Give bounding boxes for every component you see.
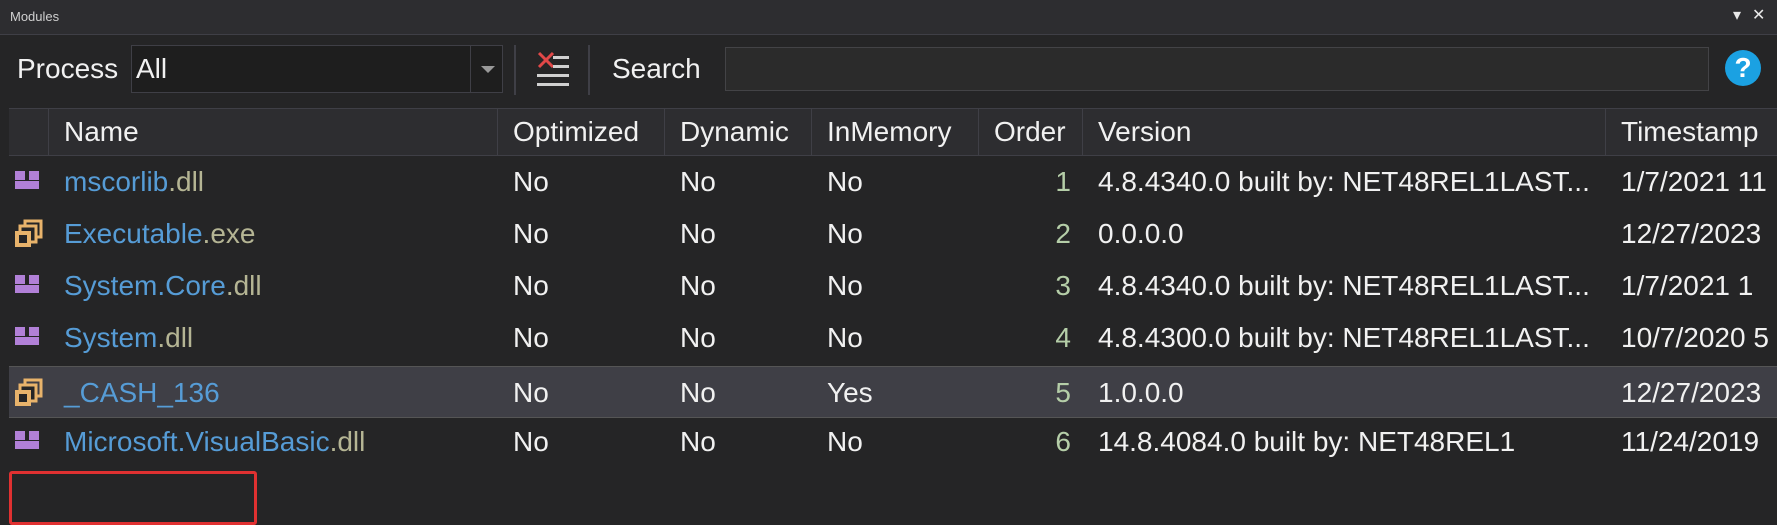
module-extension: .dll (168, 166, 205, 197)
module-name: Microsoft.VisualBasic (64, 426, 330, 457)
column-header-order[interactable]: Order (979, 109, 1083, 156)
chevron-down-icon (481, 66, 495, 73)
module-extension: .exe (202, 218, 256, 249)
search-input[interactable] (725, 47, 1709, 91)
order-cell: 6 (1055, 426, 1071, 457)
table-row[interactable]: System.dll No No No 4 4.8.4300.0 built by: NE… (9, 312, 1777, 364)
order-cell: 3 (1055, 270, 1071, 301)
clear-filter-button[interactable] (533, 45, 573, 93)
optimized-cell: No (513, 218, 549, 249)
process-combobox[interactable]: All (131, 45, 503, 93)
table-row[interactable]: Microsoft.VisualBasic.dll No No No 6 14.8.408… (9, 416, 1777, 468)
table-row[interactable]: mscorlib.dll No No No 1 4.8.4340.0 built by: … (9, 156, 1777, 208)
optimized-cell: No (513, 322, 549, 353)
tool-window-titlebar: Modules ▾ ✕ (0, 0, 1777, 35)
timestamp-cell: 10/7/2020 5 (1621, 322, 1769, 353)
window-menu-dropdown-icon[interactable]: ▾ (1733, 6, 1741, 26)
dynamic-cell: No (680, 426, 716, 457)
version-cell: 1.0.0.0 (1098, 377, 1184, 408)
version-cell: 4.8.4300.0 built by: NET48REL1LAST... (1098, 322, 1590, 353)
toolbar-separator (588, 45, 590, 95)
dll-icon (12, 322, 42, 352)
inmemory-cell: No (827, 218, 863, 249)
column-header-version[interactable]: Version (1083, 109, 1606, 156)
inmemory-cell: No (827, 322, 863, 353)
module-extension: .dll (225, 270, 262, 301)
column-header-dynamic[interactable]: Dynamic (665, 109, 812, 156)
version-cell: 4.8.4340.0 built by: NET48REL1LAST... (1098, 166, 1590, 197)
module-name-cell: Microsoft.VisualBasic.dll (49, 416, 498, 468)
column-header-name[interactable]: Name (49, 109, 498, 156)
timestamp-cell: 1/7/2021 1 (1621, 270, 1754, 301)
table-row[interactable]: Executable.exe No No No 2 0.0.0.0 12/27/2023 (9, 208, 1777, 260)
inmemory-cell: Yes (827, 377, 873, 408)
module-name-cell: _CASH_136 (49, 367, 498, 419)
module-extension: .dll (157, 322, 194, 353)
version-cell: 14.8.4084.0 built by: NET48REL1 (1098, 426, 1516, 457)
column-header-timestamp[interactable]: Timestamp (1606, 109, 1777, 156)
table-header: Name Optimized Dynamic InMemory Order Ve… (9, 108, 1777, 156)
module-name: System.Core (64, 270, 226, 301)
timestamp-cell: 12/27/2023 (1621, 377, 1762, 408)
table-row[interactable]: _CASH_136 No No Yes 5 1.0.0.0 12/27/2023 (9, 366, 1777, 418)
selection-highlight-box (9, 471, 257, 525)
column-header-icon[interactable] (9, 109, 49, 156)
module-name-cell: System.dll (49, 312, 498, 364)
inmemory-cell: No (827, 426, 863, 457)
timestamp-cell: 12/27/2023 (1621, 218, 1762, 249)
version-cell: 0.0.0.0 (1098, 218, 1184, 249)
dynamic-cell: No (680, 377, 716, 408)
dynamic-cell: No (680, 270, 716, 301)
module-name: _CASH_136 (64, 377, 220, 408)
help-icon[interactable]: ? (1725, 50, 1761, 86)
module-name-cell: mscorlib.dll (49, 156, 498, 208)
optimized-cell: No (513, 426, 549, 457)
window-title: Modules (10, 9, 60, 24)
dynamic-cell: No (680, 166, 716, 197)
close-icon[interactable]: ✕ (1752, 6, 1765, 26)
column-header-inmemory[interactable]: InMemory (812, 109, 979, 156)
process-value: All (136, 53, 168, 84)
optimized-cell: No (513, 166, 549, 197)
inmemory-cell: No (827, 270, 863, 301)
clear-filter-icon (537, 51, 569, 86)
order-cell: 5 (1055, 377, 1071, 408)
exe-icon (12, 218, 43, 248)
order-cell: 2 (1055, 218, 1071, 249)
module-name-cell: System.Core.dll (49, 260, 498, 312)
process-label: Process (17, 53, 119, 84)
module-name: mscorlib (64, 166, 169, 197)
module-name: Executable (64, 218, 203, 249)
timestamp-cell: 11/24/2019 (1621, 426, 1760, 457)
module-extension: .dll (329, 426, 366, 457)
dynamic-cell: No (680, 322, 716, 353)
module-name: System (64, 322, 158, 353)
modules-toolbar: Process All Search ? (0, 35, 1777, 107)
dll-icon (12, 426, 42, 456)
search-label: Search (612, 53, 701, 84)
exe-icon (12, 377, 43, 407)
inmemory-cell: No (827, 166, 863, 197)
process-dropdown-button[interactable] (470, 46, 502, 92)
timestamp-cell: 1/7/2021 11 (1621, 166, 1767, 197)
dll-icon (12, 270, 42, 300)
optimized-cell: No (513, 270, 549, 301)
order-cell: 1 (1055, 166, 1071, 197)
toolbar-separator (514, 45, 516, 95)
optimized-cell: No (513, 377, 549, 408)
order-cell: 4 (1055, 322, 1071, 353)
dynamic-cell: No (680, 218, 716, 249)
dll-icon (12, 166, 42, 196)
version-cell: 4.8.4340.0 built by: NET48REL1LAST... (1098, 270, 1590, 301)
module-name-cell: Executable.exe (49, 208, 498, 260)
column-header-optimized[interactable]: Optimized (498, 109, 665, 156)
table-row[interactable]: System.Core.dll No No No 3 4.8.4340.0 built b… (9, 260, 1777, 312)
modules-table: Name Optimized Dynamic InMemory Order Ve… (9, 108, 1777, 525)
